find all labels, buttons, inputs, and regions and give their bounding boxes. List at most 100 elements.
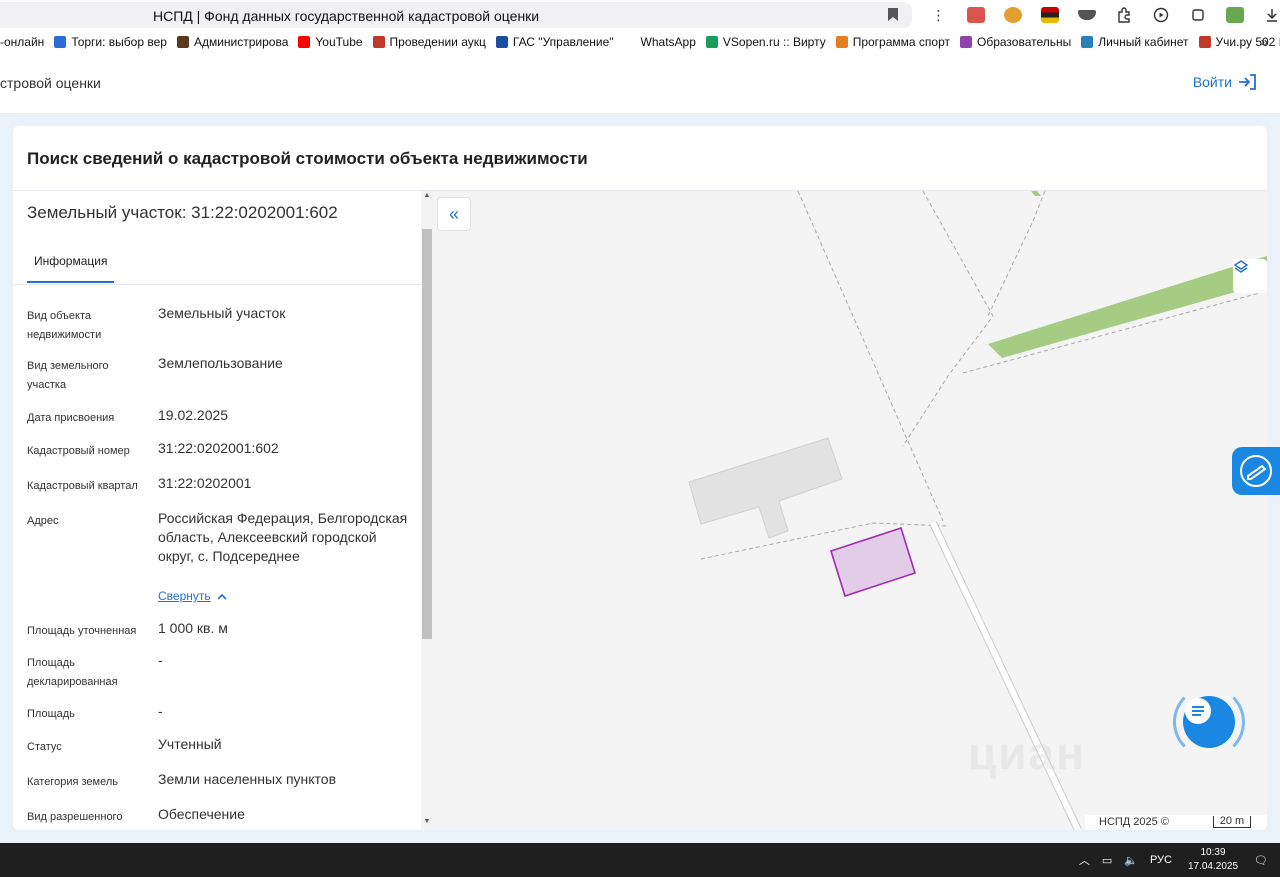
field-label: Категория земель	[27, 776, 118, 788]
login-button[interactable]: Войти	[1193, 74, 1256, 90]
app-header: стровой оценки Войти	[0, 54, 1280, 114]
bookmark-item[interactable]: YouTube	[298, 31, 363, 53]
extensions-row: ⋮	[920, 4, 1280, 26]
address-bar[interactable]: НСПД | Фонд данных государственной кадас…	[0, 2, 912, 28]
bookmark-icon[interactable]	[888, 8, 898, 21]
map-credit: НСПД 2025 ©	[1099, 816, 1169, 828]
layers-button[interactable]	[1233, 259, 1267, 293]
field-value: Обеспечение	[158, 806, 245, 822]
bookmark-favicon-icon	[623, 36, 636, 48]
field-value: Учтенный	[158, 736, 222, 752]
bookmark-item[interactable]: Проведении аукц	[372, 31, 486, 53]
scroll-down-icon[interactable]: ▼	[422, 818, 432, 825]
language-indicator[interactable]: РУС	[1150, 854, 1172, 866]
bookmark-item[interactable]: Программа спорт	[835, 31, 950, 53]
bookmark-item[interactable]: VSopen.ru :: Вирту	[705, 31, 826, 53]
info-tabs: Информация	[27, 251, 115, 283]
field-value: Земельный участок	[158, 305, 286, 321]
chat-button[interactable]	[1183, 696, 1235, 748]
map-road-line	[930, 521, 1081, 830]
watermark-text: циан	[968, 727, 1086, 779]
field-label: Статус	[27, 741, 62, 753]
downloads-icon[interactable]	[1253, 4, 1280, 26]
tab-title: НСПД | Фонд данных государственной кадас…	[153, 8, 540, 24]
scrollbar-thumb[interactable]	[422, 229, 432, 639]
object-info-panel: Земельный участок: 31:22:0202001:602 Инф…	[13, 191, 433, 830]
map-boundary-line	[987, 191, 1046, 317]
bookmark-item[interactable]: ГАС "Управление"	[495, 31, 614, 53]
extension-paint-icon[interactable]	[994, 4, 1031, 26]
field-value: Земли населенных пунктов	[158, 771, 337, 787]
bookmark-favicon-icon	[298, 36, 311, 48]
field-label: Вид разрешенного	[27, 811, 123, 823]
cadastral-map[interactable]: циан « НСПД 2025 © 20 m	[433, 191, 1267, 830]
bookmark-label: Учи.ру 502 Е	[1215, 35, 1280, 49]
map-selected-parcel	[830, 526, 916, 598]
map-building	[688, 437, 843, 539]
bookmark-label: Администрирова	[193, 35, 289, 49]
volume-icon[interactable]: 🔈	[1124, 854, 1138, 867]
extensions-puzzle-icon[interactable]	[1105, 4, 1142, 26]
field-label: Площадь	[27, 708, 75, 720]
bookmark-item[interactable]: Торги: выбор вер	[54, 31, 167, 53]
clock-time: 10:39	[1200, 847, 1226, 858]
extension-map-icon[interactable]	[1216, 4, 1253, 26]
map-canvas[interactable]	[433, 191, 1267, 830]
field-label: Вид объекта недвижимости	[27, 310, 102, 341]
bookmark-item[interactable]: Образовательны	[960, 31, 1071, 53]
field-label: Кадастровый квартал	[27, 480, 138, 492]
field-label: Адрес	[27, 515, 59, 527]
tab-information[interactable]: Информация	[27, 251, 115, 283]
clock[interactable]: 10:39 17.04.2025	[1188, 846, 1238, 874]
site-brand[interactable]: стровой оценки	[0, 75, 101, 91]
tray-chevron-up-icon[interactable]: ︿	[1079, 852, 1090, 868]
search-card: Поиск сведений о кадастровой стоимости о…	[13, 126, 1267, 830]
bookmark-label: Программа спорт	[852, 35, 950, 49]
map-boundary-line	[962, 290, 1267, 374]
login-label: Войти	[1192, 74, 1232, 90]
collapse-panel-button[interactable]: «	[437, 197, 471, 231]
extension-flag-icon[interactable]	[1031, 4, 1068, 26]
browser-titlebar: НСПД | Фонд данных государственной кадас…	[0, 0, 1280, 30]
double-chevron-left-icon: «	[448, 203, 459, 224]
bookmarks-more-icon[interactable]: »	[1261, 31, 1268, 53]
field-value: Российская Федерация, Белгородская облас…	[158, 510, 408, 564]
bookmark-favicon-icon	[495, 36, 508, 48]
field-value: 19.02.2025	[158, 407, 229, 423]
bookmark-favicon-icon	[835, 36, 848, 48]
field-value: -	[158, 652, 163, 668]
extension-shield-icon[interactable]	[1068, 4, 1105, 26]
media-play-icon[interactable]	[1142, 4, 1179, 26]
map-road-area	[988, 256, 1267, 358]
chat-icon	[1185, 698, 1211, 724]
field-value: 1 000 кв. м	[158, 620, 228, 636]
bookmarks-bar: -онлайн Торги: выбор вер Администрирова You…	[0, 31, 1280, 53]
menu-icon[interactable]: ⋮	[920, 4, 957, 26]
network-icon[interactable]: ▭	[1102, 854, 1112, 867]
field-value: 31:22:0202001	[158, 475, 252, 491]
bookmark-favicon-icon	[1081, 36, 1094, 48]
extension-hand-icon[interactable]	[1179, 4, 1216, 26]
bookmark-label: -онлайн	[0, 35, 45, 49]
scroll-up-icon[interactable]: ▲	[422, 192, 432, 199]
chevron-up-icon	[217, 593, 227, 600]
os-taskbar: ︿ ▭ 🔈 РУС 10:39 17.04.2025 🗨	[0, 843, 1280, 877]
notifications-icon[interactable]: 🗨	[1254, 854, 1268, 867]
bookmark-item[interactable]: Личный кабинет	[1081, 31, 1189, 53]
collapse-link[interactable]: Свернуть	[158, 589, 227, 603]
field-label: Вид земельного участка	[27, 360, 109, 391]
map-road-area	[1031, 191, 1041, 196]
system-tray: ︿ ▭ 🔈 РУС 10:39 17.04.2025 🗨	[1073, 843, 1280, 877]
bookmark-label: Торги: выбор вер	[71, 35, 167, 49]
bookmark-item[interactable]: Администрирова	[176, 31, 289, 53]
clock-date: 17.04.2025	[1187, 861, 1239, 872]
map-boundary-line	[700, 522, 949, 560]
bookmark-favicon-icon	[54, 36, 67, 48]
extension-pdf-icon[interactable]	[957, 4, 994, 26]
side-feedback-button[interactable]	[1232, 447, 1280, 495]
bookmark-item[interactable]: WhatsApp	[623, 31, 696, 53]
divider	[13, 284, 421, 285]
object-title: Земельный участок: 31:22:0202001:602	[27, 203, 338, 222]
bookmark-item[interactable]: -онлайн	[0, 31, 44, 53]
layers-icon	[1233, 260, 1249, 273]
